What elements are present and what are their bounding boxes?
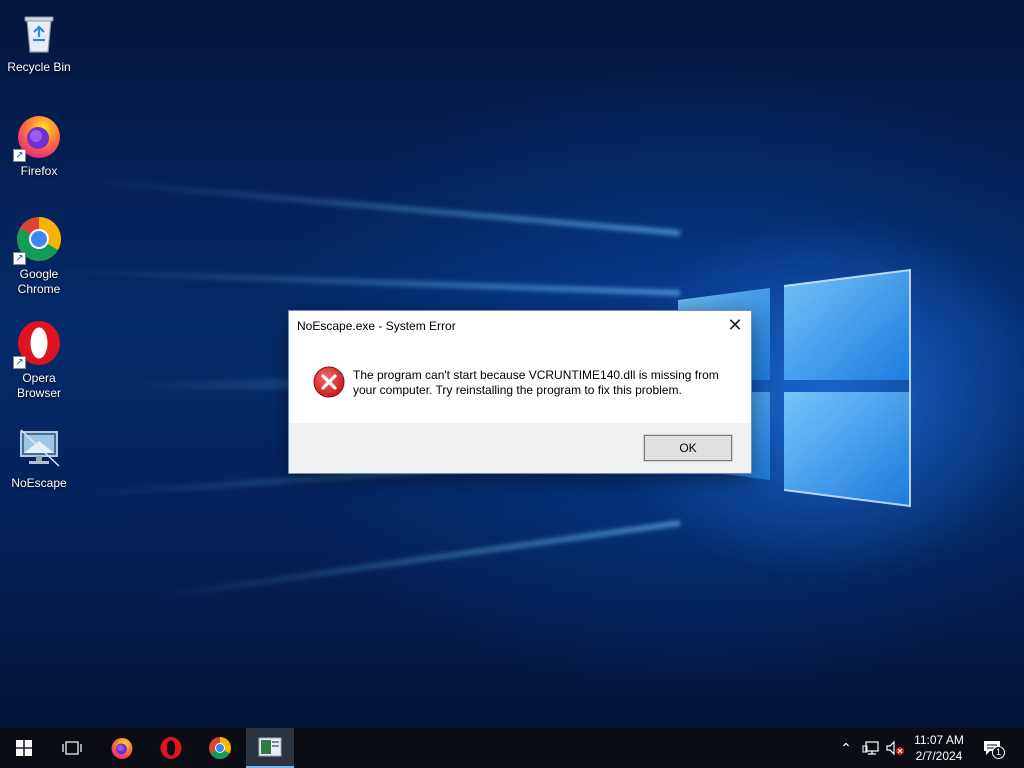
taskbar-chrome[interactable] <box>196 728 244 768</box>
clock-date: 2/7/2024 <box>915 749 963 763</box>
taskbar-noescape[interactable] <box>246 728 294 768</box>
task-view-icon <box>62 741 82 755</box>
desktop-icon-recycle-bin[interactable]: Recycle Bin <box>0 8 78 75</box>
windows-start-icon <box>16 740 32 756</box>
show-hidden-icons-chevron-icon[interactable]: ⌃ <box>836 728 856 768</box>
recycle-bin-icon <box>15 8 63 56</box>
taskbar-clock[interactable]: 11:07 AM 2/7/2024 <box>906 732 972 764</box>
task-view-button[interactable] <box>48 728 96 768</box>
chrome-icon <box>209 737 231 759</box>
network-icon <box>862 741 879 755</box>
system-error-dialog: NoEscape.exe - System Error ✕ The progra… <box>288 310 752 768</box>
desktop-icon-label: Google Chrome <box>17 267 61 296</box>
noescape-app-icon <box>15 424 63 472</box>
error-message: The program can't start because VCRUNTIM… <box>353 368 719 397</box>
desktop-icon-firefox[interactable]: ↗ Firefox <box>0 112 78 179</box>
desktop-icon-label: Opera Browser <box>16 371 61 400</box>
desktop-icon-label: Firefox <box>20 164 58 178</box>
desktop-icon-google-chrome[interactable]: ↗ Google Chrome <box>0 215 78 297</box>
network-tray[interactable] <box>860 728 882 768</box>
shortcut-arrow-icon: ↗ <box>13 356 26 369</box>
dialog-titlebar[interactable]: NoEscape.exe - System Error ✕ <box>289 311 751 341</box>
shortcut-arrow-icon: ↗ <box>13 149 26 162</box>
desktop-icon-noescape[interactable]: NoEscape <box>0 424 78 491</box>
volume-muted-icon <box>886 740 904 756</box>
dialog-footer: OK <box>289 423 751 473</box>
dialog-body: The program can't start because VCRUNTIM… <box>289 341 751 424</box>
desktop-icon-label: NoEscape <box>11 476 67 490</box>
notification-count-badge: 1 <box>992 746 1005 759</box>
shortcut-arrow-icon: ↗ <box>13 252 26 265</box>
dialog-title: NoEscape.exe - System Error <box>297 319 456 333</box>
close-icon[interactable]: ✕ <box>719 311 751 341</box>
action-center-button[interactable]: 1 <box>980 728 1005 768</box>
start-button[interactable] <box>0 728 48 768</box>
chrome-icon: ↗ <box>13 215 63 265</box>
opera-icon <box>160 737 182 759</box>
firefox-icon <box>111 738 133 759</box>
error-icon <box>313 366 345 398</box>
clock-time: 11:07 AM <box>914 733 964 747</box>
volume-tray[interactable] <box>884 728 906 768</box>
taskbar-firefox[interactable] <box>98 728 146 768</box>
noescape-app-icon <box>258 737 282 757</box>
firefox-icon: ↗ <box>13 112 63 162</box>
taskbar-opera[interactable] <box>147 728 195 768</box>
ok-button[interactable]: OK <box>643 434 733 462</box>
desktop-icon-label: Recycle Bin <box>7 60 71 74</box>
opera-icon: ↗ <box>13 319 63 369</box>
taskbar: ⌃ 11:07 AM 2/7/2024 1 <box>0 728 1024 768</box>
desktop-icon-opera-browser[interactable]: ↗ Opera Browser <box>0 319 78 401</box>
